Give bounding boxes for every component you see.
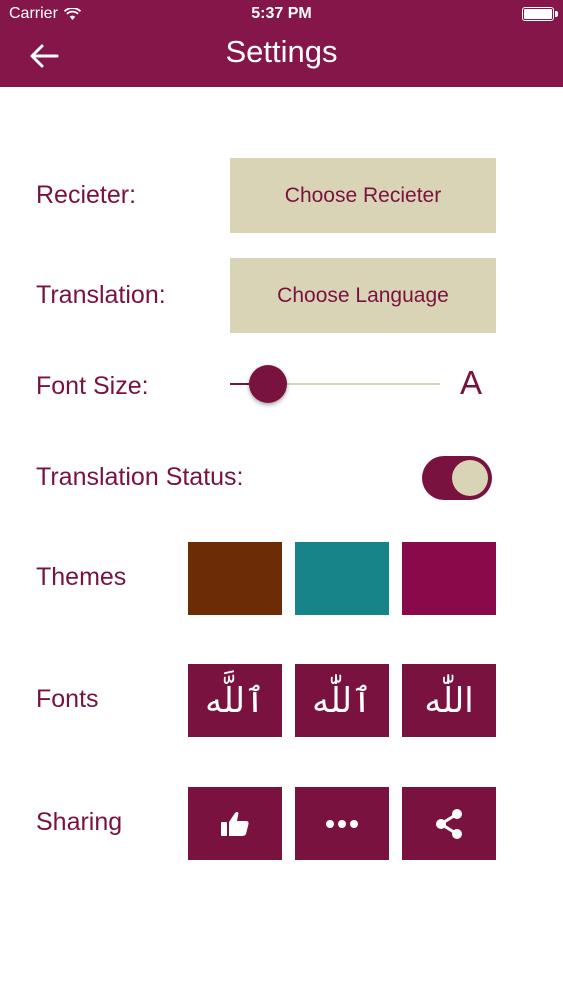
- more-dots-icon: [326, 819, 358, 828]
- share-button[interactable]: [402, 787, 496, 860]
- share-icon: [436, 808, 462, 839]
- font-size-label: Font Size:: [36, 372, 149, 400]
- font-sample-3: اللّٰه: [424, 680, 474, 721]
- status-time: 5:37 PM: [251, 5, 312, 22]
- font-option-1[interactable]: ٱللَّه: [188, 664, 282, 737]
- fonts-label: Fonts: [36, 685, 99, 713]
- choose-reciter-button[interactable]: Choose Recieter: [230, 158, 496, 233]
- thumbs-up-icon: [221, 811, 249, 836]
- font-sample-2: ٱللّٰه: [312, 680, 372, 721]
- translation-status-toggle[interactable]: [422, 456, 492, 500]
- font-option-3[interactable]: اللّٰه: [402, 664, 496, 737]
- battery-icon: [522, 7, 558, 21]
- font-sample-1: ٱللَّه: [205, 680, 265, 721]
- theme-swatch-teal[interactable]: [295, 542, 389, 615]
- choose-language-button[interactable]: Choose Language: [230, 258, 496, 333]
- like-button[interactable]: [188, 787, 282, 860]
- font-option-2[interactable]: ٱللّٰه: [295, 664, 389, 737]
- reciter-label: Recieter:: [36, 181, 137, 209]
- translation-status-label: Translation Status:: [36, 463, 244, 491]
- status-bar: Carrier 5:37 PM: [0, 0, 563, 30]
- page-title: Settings: [225, 34, 338, 69]
- themes-label: Themes: [36, 563, 127, 591]
- font-size-slider[interactable]: [230, 364, 440, 404]
- translation-label: Translation:: [36, 281, 166, 309]
- more-options-button[interactable]: [295, 787, 389, 860]
- toggle-knob: [452, 460, 488, 496]
- font-size-preview-glyph: A: [460, 364, 483, 401]
- theme-swatch-maroon[interactable]: [402, 542, 496, 615]
- slider-thumb[interactable]: [248, 365, 287, 403]
- sharing-label: Sharing: [36, 808, 123, 836]
- theme-swatch-brown[interactable]: [188, 542, 282, 615]
- app-header: Carrier 5:37 PM Settings: [0, 0, 563, 87]
